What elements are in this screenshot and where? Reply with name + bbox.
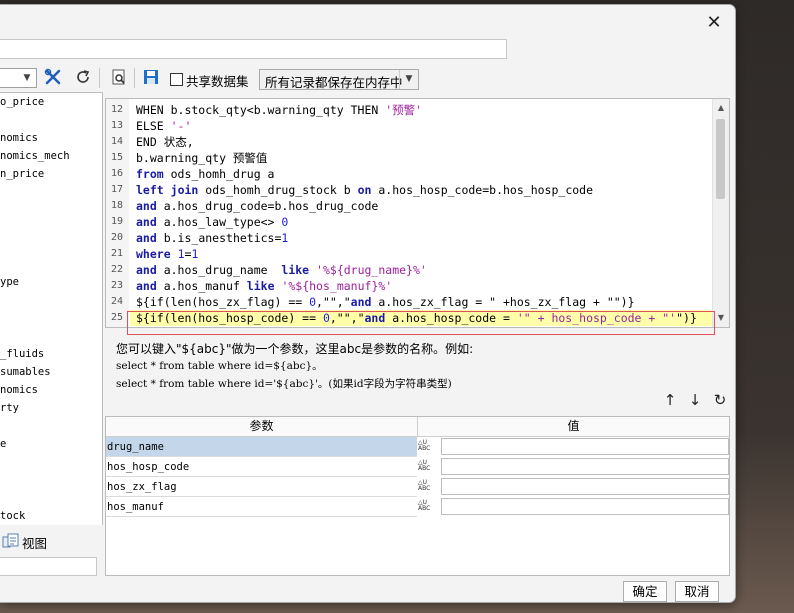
line-number: 17 — [110, 184, 123, 195]
param-hint-text: 您可以键入"${abc}"做为一个参数，这里abc是参数的名称。例如: — [116, 342, 474, 356]
parameter-table-header: 参数 值 — [106, 417, 729, 437]
param-type-bottom: ABC — [418, 465, 431, 472]
line-number: 22 — [110, 264, 123, 275]
code-text: b.warning_qty 预警值 — [136, 151, 268, 165]
toolbar-divider — [134, 68, 135, 88]
line-number: 12 — [110, 104, 123, 115]
tree-item[interactable]: _fluids — [0, 348, 44, 360]
tree-item[interactable]: tock — [0, 510, 25, 522]
toolbar-divider — [99, 68, 100, 88]
column-header-value: 值 — [567, 419, 580, 433]
param-name[interactable]: hos_zx_flag — [106, 477, 417, 497]
save-icon[interactable] — [141, 68, 161, 88]
param-value-input[interactable] — [441, 478, 729, 495]
param-value-input[interactable] — [441, 458, 729, 475]
tools-icon[interactable] — [43, 68, 63, 88]
code-text: and b.is_anesthetics=1 — [136, 231, 289, 245]
code-text: and a.hos_drug_name like '%${drug_name}%… — [136, 263, 427, 277]
tree-item[interactable]: rty — [0, 402, 19, 414]
code-text: and a.hos_law_type<> 0 — [136, 215, 289, 229]
code-text: ${if(len(hos_zx_flag) == 0,"","and a.hos… — [136, 295, 635, 309]
param-row[interactable]: drug_name △U ABC — [106, 437, 729, 457]
param-type-icon[interactable]: △U ABC — [418, 437, 438, 457]
annotation-box — [127, 311, 715, 335]
arrow-down-icon[interactable]: ↓ — [686, 390, 704, 410]
param-row[interactable]: hos_hosp_code △U ABC — [106, 457, 729, 477]
code-text: left join ods_homh_drug_stock b on a.hos… — [136, 183, 594, 197]
tree-item[interactable]: e — [0, 438, 6, 450]
view-label[interactable]: 视图 — [22, 533, 47, 552]
arrow-up-icon[interactable]: ↑ — [661, 390, 679, 410]
tree-item[interactable]: sumables — [0, 366, 51, 378]
param-hint-example: select * from table where id=${abc}。 — [116, 360, 323, 372]
param-value-input[interactable] — [441, 498, 729, 515]
share-dataset-checkbox[interactable] — [170, 73, 183, 86]
param-type-bottom: ABC — [418, 445, 431, 452]
param-name[interactable]: hos_manuf — [106, 497, 417, 517]
param-value-input[interactable] — [441, 438, 729, 455]
left-panel-footer: 视图 — [0, 525, 103, 577]
code-text: and a.hos_manuf like '%${hos_manuf}%' — [136, 279, 393, 293]
line-number: 13 — [110, 120, 123, 131]
dataset-name-field[interactable] — [0, 39, 507, 59]
line-number: 23 — [110, 280, 123, 291]
param-type-bottom: ABC — [418, 485, 431, 492]
code-text: WHEN b.stock_qty<b.warning_qty THEN '预警' — [136, 103, 423, 117]
line-number: 16 — [110, 168, 123, 179]
param-name[interactable]: drug_name — [106, 437, 417, 457]
toolbar: ▼ 共享数据集 所有记录都保存在内存中 ▼ — [0, 65, 735, 95]
preview-icon[interactable] — [109, 68, 129, 88]
param-type-bottom: ABC — [418, 505, 431, 512]
param-name[interactable]: hos_hosp_code — [106, 457, 417, 477]
ok-button[interactable]: 确定 — [623, 581, 667, 602]
line-number: 14 — [110, 136, 123, 147]
line-number: 24 — [110, 296, 123, 307]
param-row[interactable]: hos_manuf △U ABC — [106, 497, 729, 517]
code-text: ELSE '-' — [136, 119, 192, 133]
chevron-down-icon[interactable]: ▼ — [399, 70, 418, 89]
close-icon[interactable]: ✕ — [703, 12, 725, 34]
code-text: END 状态, — [136, 135, 194, 149]
view-icon[interactable] — [2, 532, 20, 550]
refresh-params-icon[interactable]: ↻ — [711, 390, 729, 410]
save-mode-select[interactable]: 所有记录都保存在内存中 ▼ — [259, 69, 419, 90]
cancel-button[interactable]: 取消 — [675, 581, 719, 602]
chevron-down-icon[interactable]: ▼ — [20, 69, 34, 87]
share-dataset-label: 共享数据集 — [186, 74, 249, 89]
line-number: 19 — [110, 216, 123, 227]
scroll-thumb[interactable] — [716, 119, 725, 199]
line-number: 21 — [110, 248, 123, 259]
tree-filter-input[interactable] — [0, 557, 97, 576]
save-mode-value: 所有记录都保存在内存中 — [265, 75, 403, 90]
scroll-down-icon[interactable]: ▼ — [713, 311, 729, 325]
tree-item[interactable]: nomics — [0, 132, 38, 144]
tree-item[interactable]: n_price — [0, 168, 44, 180]
line-number: 15 — [110, 152, 123, 163]
line-number: 20 — [110, 232, 123, 243]
line-number: 25 — [110, 312, 123, 323]
param-hint-example: select * from table where id='${abc}'。(如… — [116, 378, 452, 390]
dataset-dialog: ✕ ▼ 共享数据集 所有记录都保存在内存中 ▼ o_price nomics n… — [0, 4, 736, 603]
code-text: where 1=1 — [136, 247, 199, 261]
tree-item[interactable]: nomics_mech — [0, 150, 70, 162]
refresh-icon[interactable] — [73, 68, 93, 88]
parameter-table: 参数 值 drug_name △U ABC hos_hosp_code △U ABC hos… — [105, 416, 730, 576]
param-type-icon[interactable]: △U ABC — [418, 477, 438, 497]
param-type-icon[interactable]: △U ABC — [418, 497, 438, 517]
scroll-up-icon[interactable]: ▲ — [713, 101, 729, 115]
tree-item[interactable]: nomics — [0, 384, 38, 396]
param-row[interactable]: hos_zx_flag △U ABC — [106, 477, 729, 497]
datasource-combo[interactable]: ▼ — [0, 68, 37, 88]
line-number: 18 — [110, 200, 123, 211]
tree-item[interactable]: ype — [0, 276, 19, 288]
table-tree-panel: o_price nomics nomics_mech n_price ype _… — [0, 92, 103, 576]
tree-item[interactable]: o_price — [0, 96, 44, 108]
code-text: and a.hos_drug_code=b.hos_drug_code — [136, 199, 379, 213]
code-text: from ods_homh_drug a — [136, 167, 275, 181]
column-header-param: 参数 — [249, 419, 274, 433]
param-type-icon[interactable]: △U ABC — [418, 457, 438, 477]
sql-editor[interactable]: 12 WHEN b.stock_qty<b.warning_qty THEN '预… — [105, 98, 730, 328]
editor-scrollbar[interactable]: ▲ ▼ — [712, 99, 729, 327]
